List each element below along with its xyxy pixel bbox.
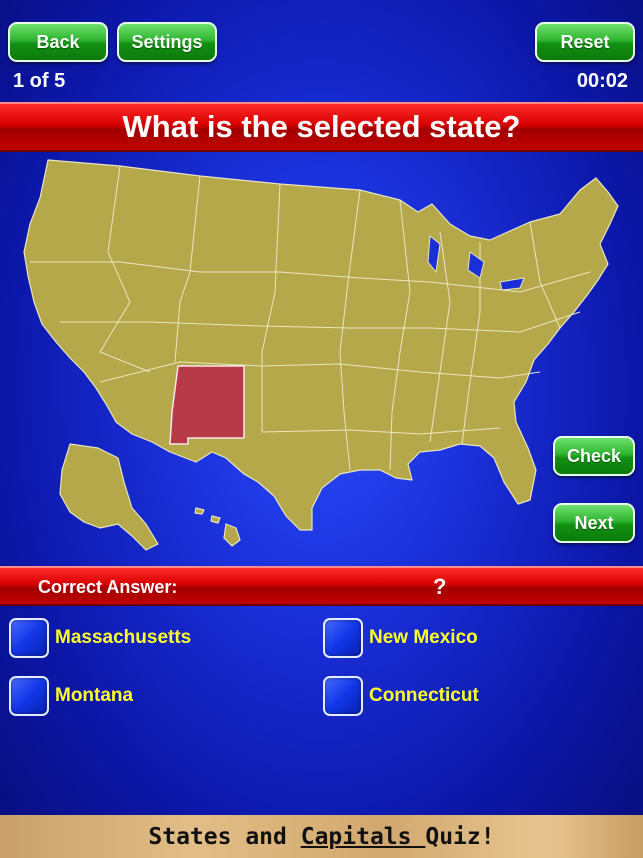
us-map: [23, 159, 619, 551]
choice-checkbox[interactable]: [323, 676, 363, 716]
app-title: States and Capitals Quiz!: [148, 824, 494, 850]
choice-label: New Mexico: [369, 627, 478, 648]
choice-checkbox[interactable]: [9, 618, 49, 658]
choice-label: Montana: [55, 685, 134, 706]
choice-new-mexico[interactable]: New Mexico: [323, 618, 478, 658]
selected-state-new-mexico[interactable]: [169, 365, 245, 445]
answer-bar: Correct Answer: ?: [0, 566, 643, 606]
check-button[interactable]: Check: [553, 436, 635, 476]
hawaii-shape: [194, 507, 241, 547]
app-title-part3: Quiz!: [425, 823, 495, 850]
choice-label: Massachusetts: [55, 627, 192, 648]
choice-label: Connecticut: [369, 685, 479, 706]
progress-counter: 1 of 5: [13, 70, 66, 92]
question-banner: What is the selected state?: [0, 102, 643, 152]
choice-checkbox[interactable]: [323, 618, 363, 658]
question-text: What is the selected state?: [122, 109, 521, 144]
back-button[interactable]: Back: [8, 22, 108, 62]
choice-connecticut[interactable]: Connecticut: [323, 676, 479, 716]
app-title-footer: States and Capitals Quiz!: [0, 815, 643, 858]
app-title-part1: States and: [148, 823, 301, 850]
reset-button[interactable]: Reset: [535, 22, 635, 62]
choice-checkbox[interactable]: [9, 676, 49, 716]
next-button[interactable]: Next: [553, 503, 635, 543]
app-title-part2: Capitals: [300, 823, 426, 850]
settings-button[interactable]: Settings: [117, 22, 217, 62]
choice-montana[interactable]: Montana: [9, 676, 133, 716]
correct-answer-value: ?: [433, 574, 447, 599]
choice-massachusetts[interactable]: Massachusetts: [9, 618, 191, 658]
alaska-shape: [59, 443, 159, 551]
timer: 00:02: [576, 70, 628, 92]
correct-answer-label: Correct Answer:: [38, 577, 178, 597]
